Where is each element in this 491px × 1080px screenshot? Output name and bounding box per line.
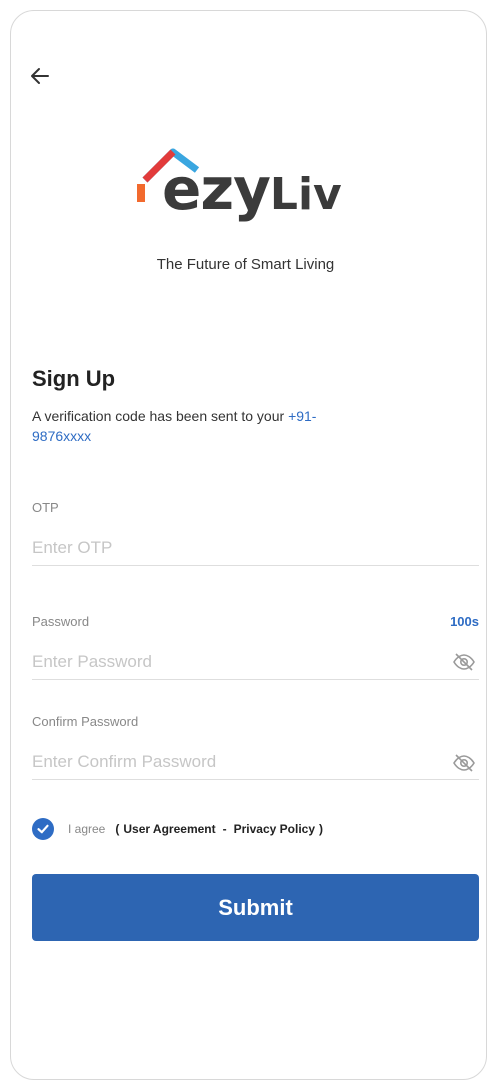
tagline: The Future of Smart Living [156, 256, 335, 273]
arrow-left-icon[interactable] [26, 62, 54, 90]
verification-text: A verification code has been sent to you… [32, 408, 285, 424]
verification-message: A verification code has been sent to you… [32, 406, 352, 446]
otp-timer: 100s [450, 614, 479, 629]
eye-off-icon[interactable] [452, 751, 476, 775]
confirm-password-input[interactable] [32, 744, 479, 780]
privacy-policy-link[interactable]: Privacy Policy [234, 822, 315, 836]
page-title: Sign Up [32, 366, 116, 391]
close-paren: ) [319, 822, 324, 836]
submit-button[interactable]: Submit [32, 874, 479, 941]
password-input[interactable] [32, 644, 479, 680]
agreement-row: I agree ( User Agreement - Privacy Polic… [32, 817, 323, 841]
brand-main: ezy [162, 155, 271, 223]
agree-checkbox[interactable] [32, 818, 54, 840]
brand-name: ezyLiv [162, 160, 342, 218]
open-paren: ( [115, 822, 120, 836]
confirm-password-label: Confirm Password [32, 714, 139, 729]
separator: - [222, 822, 227, 836]
brand-suffix: Liv [269, 169, 342, 220]
user-agreement-link[interactable]: User Agreement [123, 822, 215, 836]
checkmark-icon [37, 824, 49, 834]
password-label: Password [32, 614, 90, 629]
otp-input[interactable] [32, 530, 479, 566]
agree-label: I agree [68, 822, 106, 836]
otp-label: OTP [32, 500, 59, 515]
eye-off-icon[interactable] [452, 650, 476, 674]
